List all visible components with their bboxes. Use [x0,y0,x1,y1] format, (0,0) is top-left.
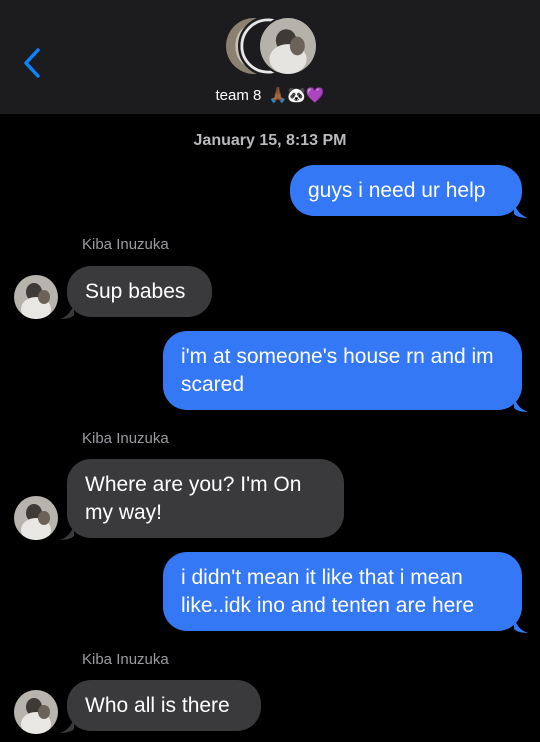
group-name[interactable]: team 8 🙏🏾🐼💜 [0,86,540,104]
message-text: i didn't mean it like that i mean like..… [181,565,475,617]
group-avatar-stack[interactable] [224,14,320,80]
sent-message-bubble[interactable]: i didn't mean it like that i mean like..… [163,552,522,631]
message-text: i'm at someone's house rn and im scared [181,344,494,396]
sent-bubble-tail [514,396,528,412]
conversation-header: team 8 🙏🏾🐼💜 [0,0,540,114]
member-avatar [258,16,318,76]
received-bubble-tail [60,524,74,540]
received-message-bubble[interactable]: Where are you? I'm On my way! [67,459,344,538]
back-chevron-icon[interactable] [18,44,48,82]
message-text: Who all is there [85,693,230,717]
group-name-label: team 8 [215,87,262,104]
sender-name: Kiba Inuzuka [82,236,169,253]
sender-name: Kiba Inuzuka [82,651,169,668]
sent-bubble-tail [514,617,528,633]
message-text: guys i need ur help [308,178,486,202]
group-emojis: 🙏🏾🐼💜 [268,86,325,104]
conversation-timestamp: January 15, 8:13 PM [193,132,347,149]
sender-avatar[interactable] [14,496,58,540]
received-message-bubble[interactable]: Who all is there [67,680,261,731]
sender-name: Kiba Inuzuka [82,430,169,447]
sent-bubble-tail [514,202,528,218]
message-text: Sup babes [85,279,186,303]
received-bubble-tail [60,303,74,319]
message-text: Where are you? I'm On my way! [85,472,302,524]
received-bubble-tail [60,717,74,733]
received-message-bubble[interactable]: Sup babes [67,266,212,317]
sent-message-bubble[interactable]: guys i need ur help [290,165,522,216]
sent-message-bubble[interactable]: i'm at someone's house rn and im scared [163,331,522,410]
sender-avatar[interactable] [14,690,58,734]
sender-avatar[interactable] [14,275,58,319]
